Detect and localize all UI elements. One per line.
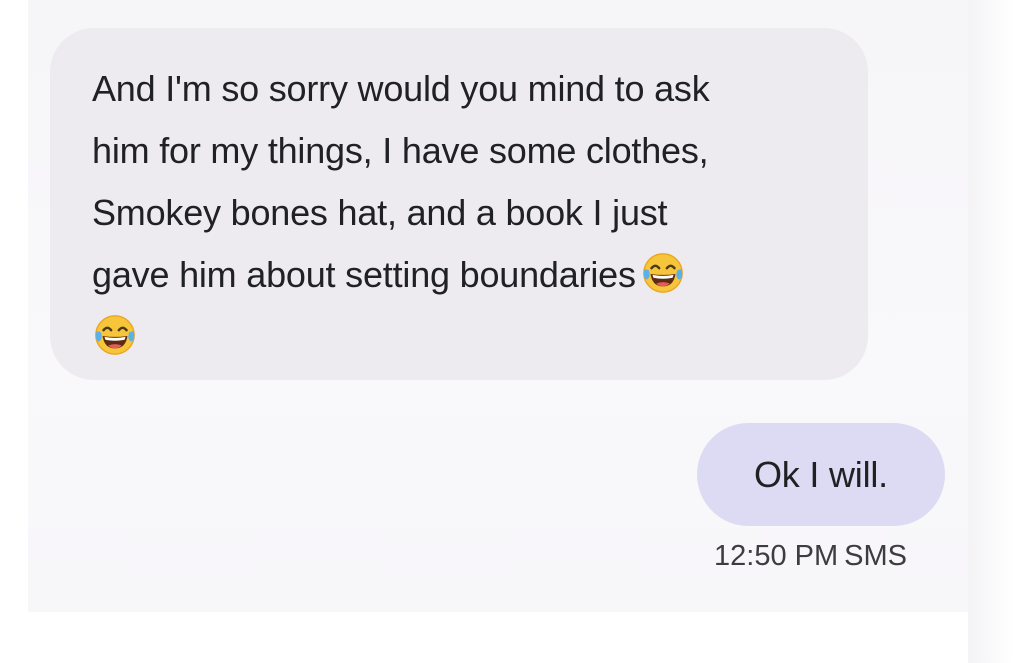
message-line: gave him about setting boundaries <box>92 254 636 295</box>
message-channel: SMS <box>844 540 907 572</box>
outgoing-message-bubble[interactable]: Ok I will. <box>697 423 945 526</box>
message-line: And I'm so sorry would you mind to ask <box>92 68 710 109</box>
face-with-tears-of-joy-icon <box>642 253 683 293</box>
emoji-line <box>92 306 828 368</box>
message-line: Smokey bones hat, and a book I just <box>92 192 668 233</box>
message-timestamp: 12:50 PM <box>714 540 839 572</box>
message-line: him for my things, I have some clothes, <box>92 130 709 171</box>
face-with-tears-of-joy-icon <box>95 315 135 355</box>
screen-edge <box>968 0 1013 663</box>
incoming-message-text: And I'm so sorry would you mind to ask h… <box>92 58 828 368</box>
message-metadata: 12:50 PM SMS <box>697 540 907 573</box>
message-line-with-emoji: gave him about setting boundaries <box>92 244 828 306</box>
incoming-message-bubble[interactable]: And I'm so sorry would you mind to ask h… <box>50 28 868 380</box>
outgoing-message-text: Ok I will. <box>753 453 888 495</box>
